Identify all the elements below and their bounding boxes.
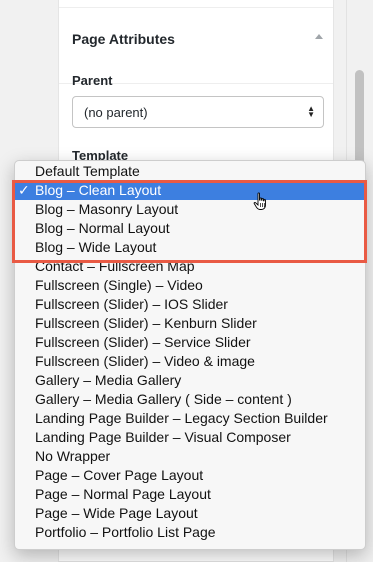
template-option-label: Blog – Masonry Layout xyxy=(35,201,179,217)
template-option[interactable]: Portfolio – Portfolio List Page xyxy=(15,523,365,542)
template-option[interactable]: Fullscreen (Slider) – IOS Slider xyxy=(15,295,365,314)
template-dropdown[interactable]: Default Template ✓ Blog – Clean Layout Blog… xyxy=(14,160,366,550)
template-option[interactable]: Page – Wide Page Layout xyxy=(15,504,365,523)
collapse-arrow-icon[interactable] xyxy=(315,34,323,39)
template-option[interactable]: Landing Page Builder – Legacy Section Bu… xyxy=(15,409,365,428)
template-option-label: Gallery – Media Gallery xyxy=(35,372,182,388)
template-option[interactable]: Page – Cover Page Layout xyxy=(15,466,365,485)
template-option-label: No Wrapper xyxy=(35,448,111,464)
metabox-header: Page Attributes xyxy=(59,0,333,84)
template-option-label: Page – Normal Page Layout xyxy=(35,486,211,502)
template-option[interactable]: Page – Normal Page Layout xyxy=(15,485,365,504)
hand-cursor-icon xyxy=(253,192,266,210)
template-option[interactable]: Fullscreen (Slider) – Kenburn Slider xyxy=(15,314,365,333)
template-option[interactable]: Default Template xyxy=(15,162,365,181)
template-options-list: Default Template ✓ Blog – Clean Layout Blog… xyxy=(15,161,365,542)
template-option[interactable]: Blog – Normal Layout xyxy=(15,219,365,238)
template-option-label: Blog – Normal Layout xyxy=(35,220,170,236)
template-option-label: Landing Page Builder – Legacy Section Bu… xyxy=(35,410,328,426)
checkmark-icon: ✓ xyxy=(18,182,30,198)
template-option[interactable]: Fullscreen (Single) – Video xyxy=(15,276,365,295)
template-option-label: Fullscreen (Slider) – IOS Slider xyxy=(35,296,228,312)
template-option[interactable]: Contact – Fullscreen Map xyxy=(15,257,365,276)
template-option[interactable]: Gallery – Media Gallery ( Side – content… xyxy=(15,390,365,409)
template-option[interactable]: Landing Page Builder – Visual Composer xyxy=(15,428,365,447)
select-arrows-icon: ▲ ▼ xyxy=(307,104,315,119)
parent-select-value: (no parent) xyxy=(84,105,148,120)
template-option-label: Contact – Fullscreen Map xyxy=(35,258,195,274)
template-option-label: Fullscreen (Slider) – Kenburn Slider xyxy=(35,315,257,331)
template-option-label: Landing Page Builder – Visual Composer xyxy=(35,429,291,445)
parent-select[interactable]: (no parent) ▲ ▼ xyxy=(72,96,324,128)
template-option[interactable]: ✓ Blog – Clean Layout xyxy=(15,181,365,200)
parent-label: Parent xyxy=(72,73,113,88)
metabox-title: Page Attributes xyxy=(72,31,175,47)
template-option-label: Blog – Wide Layout xyxy=(35,239,157,255)
template-option[interactable]: Gallery – Media Gallery xyxy=(15,371,365,390)
template-option[interactable]: Fullscreen (Slider) – Video & image xyxy=(15,352,365,371)
template-option[interactable]: Blog – Masonry Layout xyxy=(15,200,365,219)
template-option[interactable]: No Wrapper xyxy=(15,447,365,466)
template-option-label: Page – Cover Page Layout xyxy=(35,467,204,483)
template-option-label: Blog – Clean Layout xyxy=(35,182,162,198)
template-option[interactable]: Fullscreen (Slider) – Service Slider xyxy=(15,333,365,352)
template-option-label: Fullscreen (Slider) – Video & image xyxy=(35,353,255,369)
template-option[interactable]: Blog – Wide Layout xyxy=(15,238,365,257)
template-option-label: Default Template xyxy=(35,163,140,179)
template-option-label: Fullscreen (Slider) – Service Slider xyxy=(35,334,251,350)
template-option-label: Gallery – Media Gallery ( Side – content… xyxy=(35,391,292,407)
template-option-label: Page – Wide Page Layout xyxy=(35,505,198,521)
template-option-label: Portfolio – Portfolio List Page xyxy=(35,524,216,540)
template-option-label: Fullscreen (Single) – Video xyxy=(35,277,203,293)
